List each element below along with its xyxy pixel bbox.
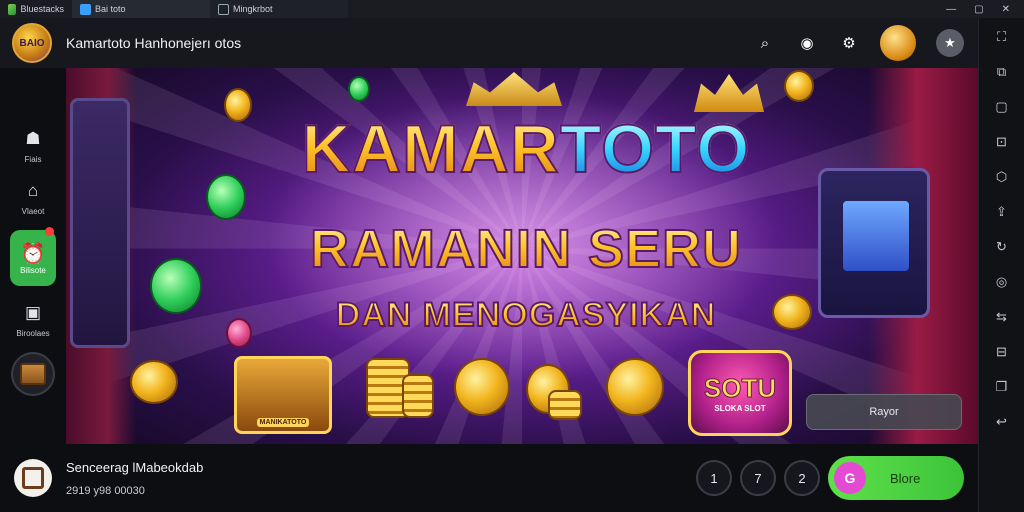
tab-label: Bluestacks	[20, 4, 64, 14]
green-chip-icon	[150, 258, 202, 314]
coin-icon	[224, 88, 252, 122]
bluestacks-logo-icon	[8, 3, 17, 15]
tab-bluestacks-home[interactable]: Bluestacks	[0, 0, 72, 18]
coin-icon	[772, 294, 812, 330]
rotate-icon[interactable]: ↻	[991, 236, 1013, 258]
tab-app[interactable]: Bai toto	[72, 0, 210, 18]
location-icon[interactable]: ◎	[991, 271, 1013, 293]
sidebar-item-box[interactable]: ▣ Biroolaes	[4, 300, 62, 338]
star-icon[interactable]: ★	[936, 29, 964, 57]
game-card-label: MANIKATOTO	[256, 418, 310, 427]
sidebar-item-label: Fiais	[24, 155, 42, 164]
sidebar-item-profile[interactable]: ☗ Fiais	[4, 126, 62, 164]
coin-icon	[606, 358, 664, 416]
right-toolbar: ⛶ ⧉ ▢ ⊡ ⬡ ⇪ ↻ ◎ ⇆ ⊟ ❐ ↩	[978, 18, 1024, 512]
game-subtitle: 2919 y98 00030	[66, 484, 145, 497]
search-icon[interactable]: ⌕	[754, 32, 776, 54]
promo-banner[interactable]: KAMARTOTO RAMANIN SERU DAN MENOGASYIKAN …	[66, 68, 978, 444]
close-icon[interactable]: ✕	[1002, 4, 1010, 15]
window-icon[interactable]: ▢	[991, 96, 1013, 118]
alarm-icon: ⏰ Bilisote	[10, 230, 56, 286]
more-button-label: Blore	[890, 470, 921, 486]
back-icon[interactable]: ↩	[991, 411, 1013, 433]
more-button[interactable]: G Blore	[828, 456, 964, 500]
sidebar-item-label: Bilisote	[20, 266, 46, 275]
banner-line-3: DAN MENOGASYIKAN	[246, 295, 806, 335]
treasure-chest-button[interactable]	[11, 352, 55, 396]
sidebar-item-label: Biroolaes	[16, 329, 50, 338]
macro-icon[interactable]: ⊟	[991, 341, 1013, 363]
slot-machine-left	[70, 98, 130, 348]
bottom-bar: Senceerag lMabeokdab 2919 y98 00030 1 7 …	[0, 444, 978, 512]
game-info: Senceerag lMabeokdab 2919 y98 00030	[66, 460, 203, 497]
upload-icon[interactable]: ⇪	[991, 201, 1013, 223]
app-title: Kamartoto Hanhonejerı otos	[66, 35, 242, 51]
banner-play-button[interactable]: Rayor	[806, 394, 962, 430]
coin-icon	[454, 358, 510, 416]
window-tab-icon	[218, 3, 229, 15]
header-actions: ⌕ ◉ ⚙ ★	[754, 25, 978, 61]
camera-icon[interactable]: ⊡	[991, 131, 1013, 153]
tab-label: Bai toto	[95, 4, 126, 14]
minimize-icon[interactable]: —	[946, 4, 956, 15]
sidebar-item-home[interactable]: ⌂ Vlaeot	[4, 178, 62, 216]
page-button-2[interactable]: 7	[740, 460, 776, 496]
coin-stack-icon	[548, 390, 582, 420]
slot-badge-subtitle: SLOKA SLOT	[714, 404, 766, 413]
window-titlebar: Bluestacks Bai toto Mingkrbot — ▢ ✕	[0, 0, 1024, 18]
slot-machine-right	[818, 168, 930, 318]
gold-avatar[interactable]	[880, 25, 916, 61]
green-chip-icon	[348, 76, 370, 102]
slot-screen	[843, 201, 909, 271]
headline-gold: KAMAR	[301, 110, 560, 188]
shake-icon[interactable]: ⇆	[991, 306, 1013, 328]
game-title: Senceerag lMabeokdab	[66, 459, 204, 475]
headline-cyan: TOTO	[559, 110, 751, 188]
green-chip-icon	[206, 174, 246, 220]
page-button-1[interactable]: 1	[696, 460, 732, 496]
left-sidebar: ☗ Fiais ⌂ Vlaeot ⏰ Bilisote ▣ Biroolaes	[0, 68, 66, 444]
slot-badge[interactable]: SOTU SLOKA SLOT	[688, 350, 792, 436]
slot-badge-title: SOTU	[703, 373, 777, 404]
game-avatar[interactable]	[14, 459, 52, 497]
coin-icon	[130, 360, 178, 404]
play-icon[interactable]: ◉	[796, 32, 818, 54]
pink-chip-icon	[226, 318, 252, 348]
box-icon: ▣	[24, 303, 42, 322]
expand-icon[interactable]: ⛶	[991, 26, 1013, 48]
game-card[interactable]: MANIKATOTO	[234, 356, 332, 434]
sidebar-item-label: Vlaeot	[21, 207, 45, 216]
banner-headline: KAMARTOTO	[246, 110, 806, 188]
app-logo-text: BAIO	[19, 37, 45, 49]
banner-line-2: RAMANIN SERU	[246, 218, 806, 280]
tab-secondary[interactable]: Mingkrbot	[210, 0, 348, 18]
restore-icon[interactable]: ▢	[974, 4, 983, 15]
page-button-3[interactable]: 2	[784, 460, 820, 496]
window-controls: — ▢ ✕	[946, 4, 1024, 15]
app-tab-icon	[80, 3, 91, 15]
sidebar-item-alarm[interactable]: ⏰ Bilisote	[4, 227, 62, 286]
coin-stack-icon	[402, 374, 434, 418]
profile-icon: ☗	[25, 129, 41, 148]
app-logo: BAIO	[12, 23, 52, 63]
notification-badge	[45, 227, 54, 236]
alarm-glyph: ⏰	[20, 243, 46, 265]
pager: 1 7 2	[696, 460, 820, 496]
screenshot-icon[interactable]: ⧉	[991, 61, 1013, 83]
cube-icon[interactable]: ⬡	[991, 166, 1013, 188]
game-g-icon: G	[834, 462, 866, 494]
coin-icon	[784, 70, 814, 102]
home-icon: ⌂	[27, 181, 39, 200]
copy-icon[interactable]: ❐	[991, 376, 1013, 398]
app-header: BAIO Kamartoto Hanhonejerı otos ⌕ ◉ ⚙ ★	[0, 18, 978, 68]
tab-label: Mingkrbot	[233, 4, 273, 14]
gear-icon[interactable]: ⚙	[838, 32, 860, 54]
